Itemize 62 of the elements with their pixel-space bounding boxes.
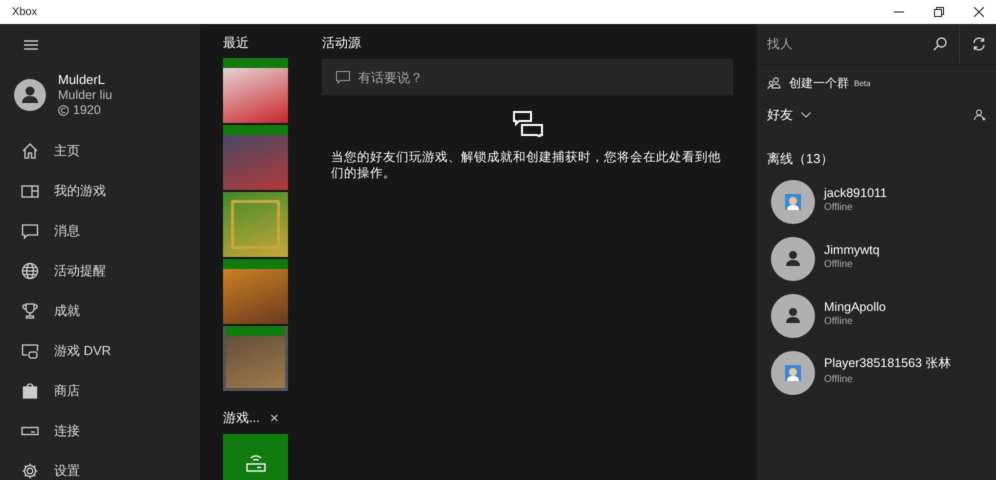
avatar-icon[interactable] bbox=[771, 237, 815, 281]
game-tile[interactable] bbox=[223, 192, 288, 257]
restore-icon[interactable] bbox=[934, 7, 944, 17]
friend-name[interactable]: jack891011 bbox=[824, 186, 888, 200]
friend-name[interactable]: Jimmywtq bbox=[824, 242, 880, 256]
nav-item[interactable]: 消息 bbox=[54, 222, 80, 240]
nav-item[interactable]: 商店 bbox=[54, 382, 80, 400]
nav-item[interactable]: 活动提醒 bbox=[54, 262, 106, 280]
post-field[interactable]: 有话要说？ bbox=[322, 59, 733, 95]
avatar-icon[interactable] bbox=[771, 294, 815, 338]
section-heading: 离线（13） bbox=[767, 150, 834, 168]
nav-item[interactable]: 连接 bbox=[54, 422, 80, 440]
chat-bubbles-icon bbox=[512, 111, 542, 137]
close-icon[interactable] bbox=[974, 7, 984, 17]
empty-feed-message: 当您的好友们玩游戏、解锁成就和创建捕获时，您将会在此处看到他们的操作。 bbox=[331, 149, 722, 181]
nav-item[interactable]: 游戏 DVR bbox=[54, 342, 112, 360]
gamertag: MulderL bbox=[58, 72, 106, 87]
add-friend-icon[interactable] bbox=[974, 109, 986, 121]
avatar-icon[interactable] bbox=[14, 78, 46, 110]
gamerscore: 1920 bbox=[73, 103, 101, 117]
group-icon[interactable] bbox=[767, 77, 781, 90]
game-tile[interactable] bbox=[223, 259, 288, 324]
friend-status: Offline bbox=[824, 258, 854, 270]
real-name: Mulder liu bbox=[58, 88, 112, 102]
game-tile[interactable] bbox=[223, 326, 288, 391]
window-title: Xbox bbox=[12, 6, 38, 18]
friend-name[interactable]: MingApollo bbox=[824, 300, 886, 314]
nav-item[interactable]: 我的游戏 bbox=[54, 182, 106, 200]
messages-icon[interactable] bbox=[21, 222, 39, 240]
nav-item[interactable]: 设置 bbox=[54, 462, 80, 480]
store-icon[interactable] bbox=[21, 382, 39, 400]
comment-icon bbox=[336, 71, 350, 84]
friend-name[interactable]: Player385181563 张林 bbox=[824, 355, 952, 372]
refresh-icon[interactable] bbox=[972, 37, 986, 51]
settings-icon[interactable] bbox=[21, 462, 39, 480]
friend-status: Offline bbox=[824, 316, 854, 326]
console-wifi-icon bbox=[244, 452, 266, 474]
section-title: 游戏... bbox=[223, 409, 260, 427]
globe-icon[interactable] bbox=[21, 262, 39, 280]
pinned-tile[interactable] bbox=[223, 434, 288, 480]
section-title: 活动源 bbox=[322, 34, 362, 52]
friends-filter[interactable]: 好友 bbox=[767, 106, 793, 124]
nav-item[interactable]: 主页 bbox=[54, 142, 80, 160]
avatar-picture[interactable] bbox=[771, 180, 815, 224]
game-tile[interactable] bbox=[223, 125, 288, 190]
beta-label: Beta bbox=[854, 79, 870, 88]
dvr-icon[interactable] bbox=[21, 342, 39, 360]
avatar-picture[interactable] bbox=[771, 351, 815, 395]
chevron-down-icon[interactable] bbox=[801, 112, 811, 118]
trophy-icon[interactable] bbox=[21, 302, 39, 320]
create-group-link[interactable]: 创建一个群 bbox=[789, 75, 849, 92]
home-icon[interactable] bbox=[21, 142, 39, 160]
close-button[interactable]: × bbox=[270, 410, 279, 426]
game-tile[interactable] bbox=[223, 58, 288, 123]
section-title: 最近 bbox=[223, 34, 250, 52]
gamerscore-icon bbox=[58, 104, 69, 116]
nav-item[interactable]: 成就 bbox=[54, 302, 80, 320]
friend-status: Offline bbox=[824, 202, 854, 212]
menu-icon[interactable] bbox=[24, 40, 38, 50]
search-field[interactable]: 找人 bbox=[765, 36, 921, 52]
friend-status: Offline bbox=[824, 374, 854, 385]
search-icon[interactable] bbox=[933, 37, 947, 51]
